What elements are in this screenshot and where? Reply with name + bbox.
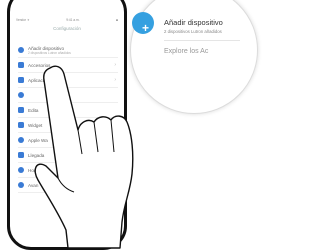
drop-icon xyxy=(18,92,24,98)
gear-icon xyxy=(18,182,24,188)
callout-divider xyxy=(164,40,240,41)
plus-icon xyxy=(18,47,24,53)
menu-item-label: Añadir dispositivo xyxy=(28,45,65,51)
clock-icon xyxy=(18,167,24,173)
pointing-hand-icon xyxy=(34,65,134,249)
status-bar: Vendor ✈ 9:41 a.m. ■ xyxy=(16,17,118,23)
cart-icon xyxy=(18,62,24,68)
widget-icon xyxy=(18,122,24,128)
carrier-label: Vendor ✈ xyxy=(16,18,30,22)
screen-title: Configuración xyxy=(53,26,81,31)
add-device-subtitle: 2 dispositivos Lutron añadidos xyxy=(164,29,222,34)
add-device-title[interactable]: Añadir dispositivo xyxy=(164,18,223,27)
menu-item-sublabel: 2 dispositivos Lutron añadidos xyxy=(28,50,71,55)
edit-icon xyxy=(18,107,24,113)
menu-item-add-device[interactable]: Añadir dispositivo 2 dispositivos Lutron… xyxy=(18,43,118,58)
battery-icon: ■ xyxy=(116,18,118,22)
clock-label: 9:41 a.m. xyxy=(66,18,80,22)
watch-icon xyxy=(18,137,24,143)
plus-icon: + xyxy=(142,21,150,35)
explore-accessories-label[interactable]: Explore los Ac xyxy=(164,48,208,55)
phone-icon xyxy=(18,77,24,83)
arrow-icon xyxy=(18,152,24,158)
